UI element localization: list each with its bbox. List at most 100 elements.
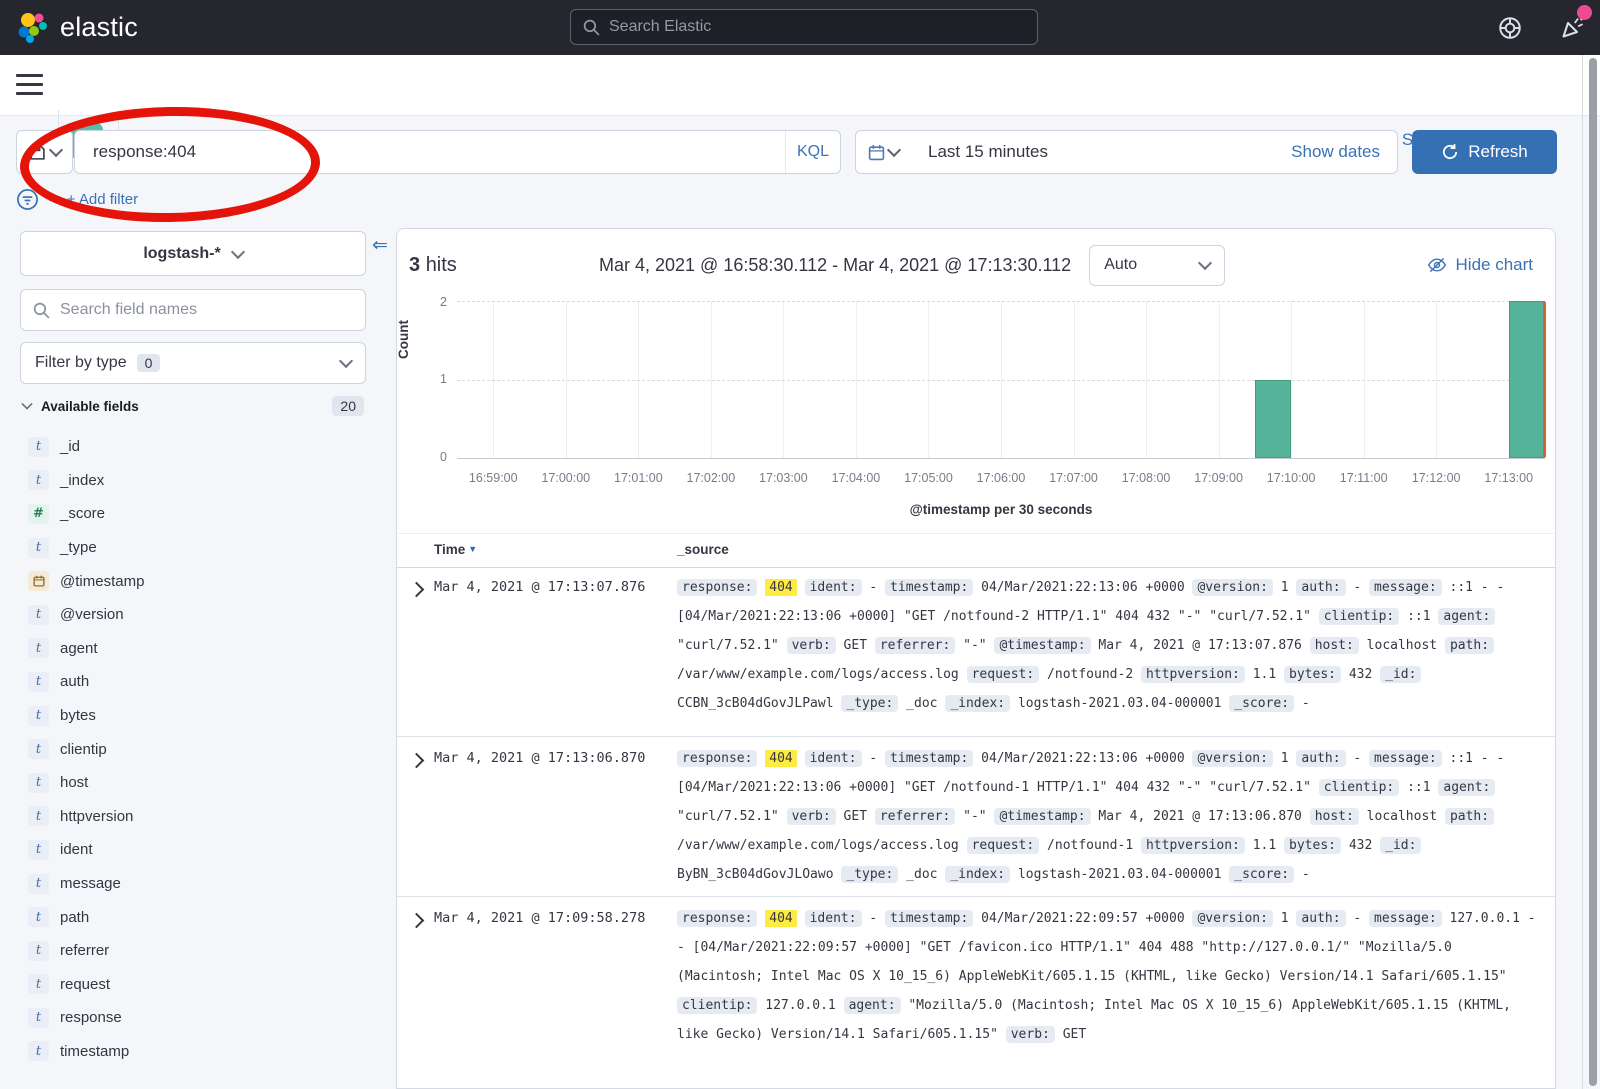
time-range-picker[interactable]: Last 15 minutes Show dates xyxy=(911,130,1398,174)
field-name-pill: response: xyxy=(677,910,757,927)
doc-time-cell: Mar 4, 2021 @ 17:13:07.876 xyxy=(434,579,645,595)
string-type-icon: t xyxy=(28,1008,49,1028)
chevron-down-icon xyxy=(48,143,62,157)
field-item-agent[interactable]: tagent xyxy=(28,632,368,666)
refresh-label: Refresh xyxy=(1468,142,1528,162)
field-item-path[interactable]: tpath xyxy=(28,900,368,934)
x-tick-label: 16:59:00 xyxy=(469,471,518,485)
expand-row-icon[interactable] xyxy=(409,582,425,598)
available-fields-header[interactable]: Available fields 20 xyxy=(22,396,364,416)
field-item-referrer[interactable]: treferrer xyxy=(28,934,368,968)
field-value: 1 xyxy=(1281,580,1289,595)
scrollbar-thumb[interactable] xyxy=(1589,58,1597,1086)
histogram-chart[interactable]: 16:59:0017:00:0017:01:0017:02:0017:03:00… xyxy=(457,301,1545,459)
field-item-timestamp[interactable]: @timestamp xyxy=(28,564,368,598)
string-type-icon: t xyxy=(28,470,49,490)
scrollbar-track-edge xyxy=(1582,55,1583,1089)
field-item-ident[interactable]: tident xyxy=(28,833,368,867)
number-type-icon: # xyxy=(28,504,49,524)
field-value: GET xyxy=(844,809,867,824)
field-value: GET xyxy=(1063,1027,1086,1042)
hide-chart-button[interactable]: Hide chart xyxy=(1427,255,1533,275)
field-name-pill: agent: xyxy=(1438,779,1495,796)
field-item-version[interactable]: t@version xyxy=(28,598,368,632)
field-name: timestamp xyxy=(60,1043,129,1060)
field-name-pill: agent: xyxy=(844,997,901,1014)
field-item-httpversion[interactable]: thttpversion xyxy=(28,800,368,834)
field-value: ::1 xyxy=(1407,780,1430,795)
field-name: ident xyxy=(60,841,93,858)
x-tick-label: 17:13:00 xyxy=(1484,471,1533,485)
string-type-icon: t xyxy=(28,638,49,658)
field-name: @version xyxy=(60,606,124,623)
source-column-header: _source xyxy=(677,542,729,557)
field-item-response[interactable]: tresponse xyxy=(28,1001,368,1035)
field-item-host[interactable]: thost xyxy=(28,766,368,800)
query-language-button[interactable]: KQL xyxy=(785,131,840,173)
elastic-logo[interactable]: elastic xyxy=(16,11,138,45)
collapse-sidebar-icon[interactable]: ⇐ xyxy=(372,234,388,257)
field-item-request[interactable]: trequest xyxy=(28,968,368,1002)
y-gridline xyxy=(457,301,1545,302)
filter-by-type-dropdown[interactable]: Filter by type 0 xyxy=(20,342,366,384)
field-name-pill: @version: xyxy=(1192,579,1272,596)
field-item-bytes[interactable]: tbytes xyxy=(28,699,368,733)
x-tick-label: 17:05:00 xyxy=(904,471,953,485)
field-value: logstash-2021.03.04-000001 xyxy=(1018,867,1222,882)
save-query-icon xyxy=(29,144,46,161)
expand-row-icon[interactable] xyxy=(409,913,425,929)
field-item-auth[interactable]: tauth xyxy=(28,665,368,699)
time-column-header[interactable]: Time▼ xyxy=(434,542,477,557)
add-filter-button[interactable]: + Add filter xyxy=(67,191,138,208)
field-value: - xyxy=(1353,751,1361,766)
field-name: message xyxy=(60,875,121,892)
field-value: 1.1 xyxy=(1253,667,1276,682)
doc-table-row: Mar 4, 2021 @ 17:13:07.876 response: 404… xyxy=(397,566,1555,736)
field-item-index[interactable]: t_index xyxy=(28,464,368,498)
show-dates-button[interactable]: Show dates xyxy=(1291,142,1397,162)
field-item-timestamp[interactable]: ttimestamp xyxy=(28,1035,368,1069)
field-value: - xyxy=(869,751,877,766)
field-value: "curl/7.52.1" xyxy=(677,638,779,653)
field-item-type[interactable]: t_type xyxy=(28,531,368,565)
histogram-bar[interactable] xyxy=(1509,301,1545,458)
global-search-input[interactable]: Search Elastic xyxy=(570,9,1038,45)
y-gridline xyxy=(457,380,1545,381)
field-value: - xyxy=(1353,580,1361,595)
field-name-pill: _id: xyxy=(1380,837,1421,854)
field-item-clientip[interactable]: tclientip xyxy=(28,732,368,766)
field-name-pill: @timestamp: xyxy=(994,637,1090,654)
histogram-bar[interactable] xyxy=(1255,380,1291,459)
field-value: - xyxy=(869,911,877,926)
field-value: CCBN_3cB04dGovJLPawl xyxy=(677,696,834,711)
date-picker-calendar-button[interactable] xyxy=(855,130,912,174)
interval-value: Auto xyxy=(1104,256,1137,274)
field-name-pill: request: xyxy=(967,837,1040,854)
field-name-pill: path: xyxy=(1445,637,1494,654)
saved-query-menu-button[interactable] xyxy=(16,130,73,174)
help-icon[interactable] xyxy=(1497,15,1523,41)
string-type-icon: t xyxy=(28,941,49,961)
interval-select[interactable]: Auto xyxy=(1089,245,1225,286)
field-value: localhost xyxy=(1367,638,1437,653)
doc-source-cell: response: 404 ident: - timestamp: 04/Mar… xyxy=(677,744,1541,889)
string-type-icon: t xyxy=(28,806,49,826)
field-item-message[interactable]: tmessage xyxy=(28,867,368,901)
field-name: auth xyxy=(60,673,89,690)
field-value: "-" xyxy=(963,809,986,824)
field-name-pill: verb: xyxy=(1006,1026,1055,1043)
filter-icon[interactable] xyxy=(16,188,39,211)
field-item-id[interactable]: t_id xyxy=(28,430,368,464)
global-search-placeholder: Search Elastic xyxy=(609,18,711,36)
refresh-button[interactable]: Refresh xyxy=(1412,130,1557,174)
y-axis-title: Count xyxy=(396,320,411,359)
chevron-down-icon xyxy=(21,398,32,409)
field-value: 1 xyxy=(1281,751,1289,766)
field-item-score[interactable]: #_score xyxy=(28,497,368,531)
query-input[interactable]: response:404 KQL xyxy=(74,130,841,174)
field-name-pill: auth: xyxy=(1296,910,1345,927)
expand-row-icon[interactable] xyxy=(409,753,425,769)
field-search-input[interactable]: Search field names xyxy=(20,289,366,331)
index-pattern-switcher[interactable]: logstash-* xyxy=(20,231,366,276)
menu-hamburger-icon[interactable] xyxy=(16,74,43,95)
